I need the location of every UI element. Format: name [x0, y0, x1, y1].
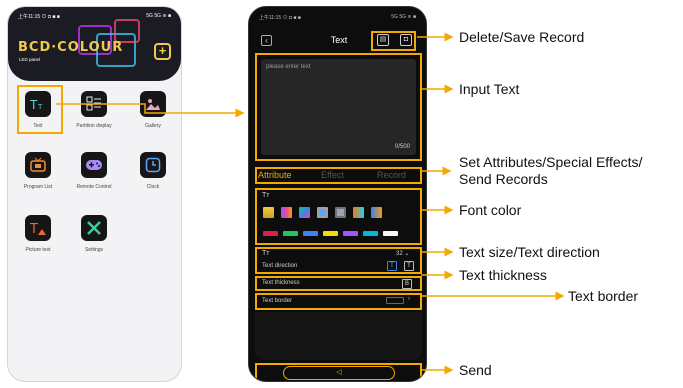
annotation-arrows — [56, 32, 565, 375]
label-delete-save: Delete/Save Record — [459, 29, 585, 45]
text-tile-arrow — [56, 103, 245, 118]
label-font-color: Font color — [459, 202, 522, 218]
label-text-border: Text border — [568, 288, 639, 304]
label-set-attributes-2: Send Records — [459, 171, 548, 187]
label-set-attributes-1: Set Attributes/Special Effects/ — [459, 154, 643, 170]
manual-page: 上午11:15 ⊙ ◘ ■ ■ 5G 5G ≋ ■ BCD·COLOUR LED… — [0, 0, 683, 388]
label-send: Send — [459, 362, 492, 378]
label-input-text: Input Text — [459, 81, 520, 97]
label-text-size-direction: Text size/Text direction — [459, 244, 600, 260]
label-text-thickness: Text thickness — [459, 267, 547, 283]
